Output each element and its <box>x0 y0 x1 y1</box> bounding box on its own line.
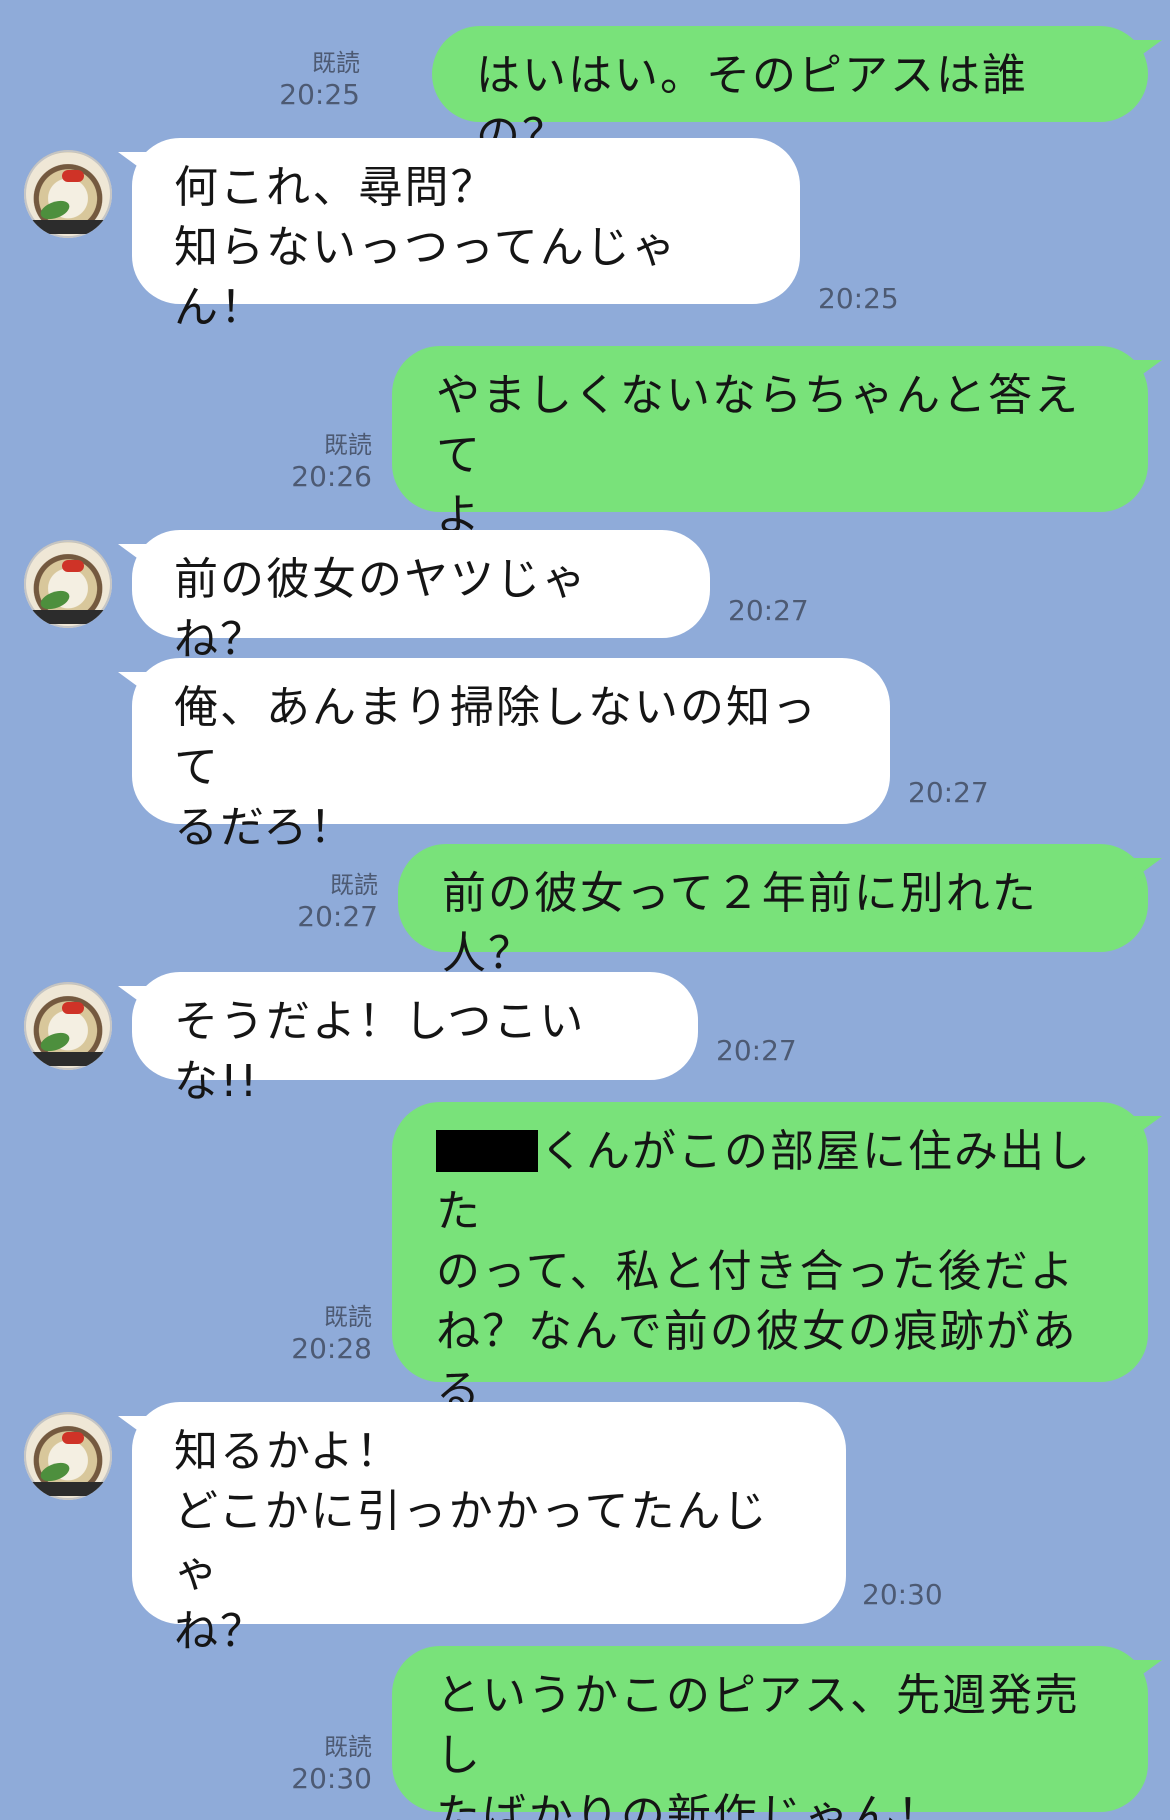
message-time: 20:25 <box>818 282 899 315</box>
message-meta: 既読 20:26 <box>291 430 372 494</box>
outgoing-message-bubble[interactable]: やましくないならちゃんと答えて よ <box>392 346 1162 541</box>
outgoing-message-bubble[interactable]: というかこのピアス、先週発売し たばかりの新作じゃん！ <box>392 1646 1162 1820</box>
message-time: 20:27 <box>908 776 989 809</box>
message-row: 俺、あんまり掃除しないの知って るだろ！ 20:27 <box>0 658 1170 853</box>
read-receipt: 既読 <box>324 431 372 459</box>
message-row: 知るかよ！ どこかに引っかかってたんじゃ ね？ 20:30 <box>0 1402 1170 1657</box>
read-receipt: 既読 <box>324 1303 372 1331</box>
read-receipt: 既読 <box>330 871 378 899</box>
contact-avatar[interactable] <box>24 1412 112 1500</box>
message-time: 20:28 <box>291 1332 372 1365</box>
contact-avatar[interactable] <box>24 982 112 1070</box>
incoming-message-bubble[interactable]: そうだよ！しつこいな!! <box>118 972 698 1107</box>
message-row: 既読 20:25 はいはい。そのピアスは誰の？ <box>0 26 1170 161</box>
message-time: 20:27 <box>297 900 378 933</box>
message-row: 既読 20:27 前の彼女って２年前に別れた人？ <box>0 844 1170 979</box>
message-meta: 既読 20:30 <box>291 1732 372 1796</box>
message-time: 20:26 <box>291 460 372 493</box>
message-row: 既読 20:30 というかこのピアス、先週発売し たばかりの新作じゃん！ <box>0 1646 1170 1820</box>
message-time: 20:27 <box>716 1034 797 1067</box>
message-row: そうだよ！しつこいな!! 20:27 <box>0 972 1170 1107</box>
message-meta: 既読 20:25 <box>279 48 360 112</box>
contact-avatar[interactable] <box>24 540 112 628</box>
incoming-message-bubble[interactable]: 知るかよ！ どこかに引っかかってたんじゃ ね？ <box>118 1402 846 1657</box>
message-meta: 既読 20:28 <box>291 1302 372 1366</box>
message-time: 20:25 <box>279 78 360 111</box>
incoming-message-bubble[interactable]: 何これ、尋問？ 知らないっつってんじゃん！ <box>118 138 800 333</box>
outgoing-message-bubble[interactable]: 前の彼女って２年前に別れた人？ <box>398 844 1162 979</box>
message-time: 20:27 <box>728 594 809 627</box>
ramen-bowl-avatar-icon <box>38 197 72 223</box>
message-row: 既読 20:26 やましくないならちゃんと答えて よ <box>0 346 1170 541</box>
message-time: 20:30 <box>291 1762 372 1795</box>
ramen-bowl-avatar-icon <box>38 587 72 613</box>
contact-avatar[interactable] <box>24 150 112 238</box>
redacted-name <box>436 1130 538 1172</box>
read-receipt: 既読 <box>324 1733 372 1761</box>
ramen-bowl-avatar-icon <box>38 1029 72 1055</box>
message-meta: 既読 20:27 <box>297 870 378 934</box>
outgoing-message-bubble[interactable]: はいはい。そのピアスは誰の？ <box>432 26 1162 161</box>
message-row: 何これ、尋問？ 知らないっつってんじゃん！ 20:25 <box>0 138 1170 333</box>
outgoing-message-bubble[interactable]: くんがこの部屋に住み出した のって、私と付き合った後だよ ね？なんで前の彼女の痕… <box>392 1102 1162 1477</box>
message-row: 前の彼女のヤツじゃね？ 20:27 <box>0 530 1170 665</box>
message-time: 20:30 <box>862 1578 943 1611</box>
incoming-message-bubble[interactable]: 俺、あんまり掃除しないの知って るだろ！ <box>118 658 890 853</box>
incoming-message-bubble[interactable]: 前の彼女のヤツじゃね？ <box>118 530 710 665</box>
message-row: 既読 20:28 くんがこの部屋に住み出した のって、私と付き合った後だよ ね？… <box>0 1102 1170 1477</box>
ramen-bowl-avatar-icon <box>38 1459 72 1485</box>
read-receipt: 既読 <box>312 49 360 77</box>
chat-transcript: 既読 20:25 はいはい。そのピアスは誰の？ 何これ、尋問？ 知らないっつって… <box>0 0 1170 1820</box>
